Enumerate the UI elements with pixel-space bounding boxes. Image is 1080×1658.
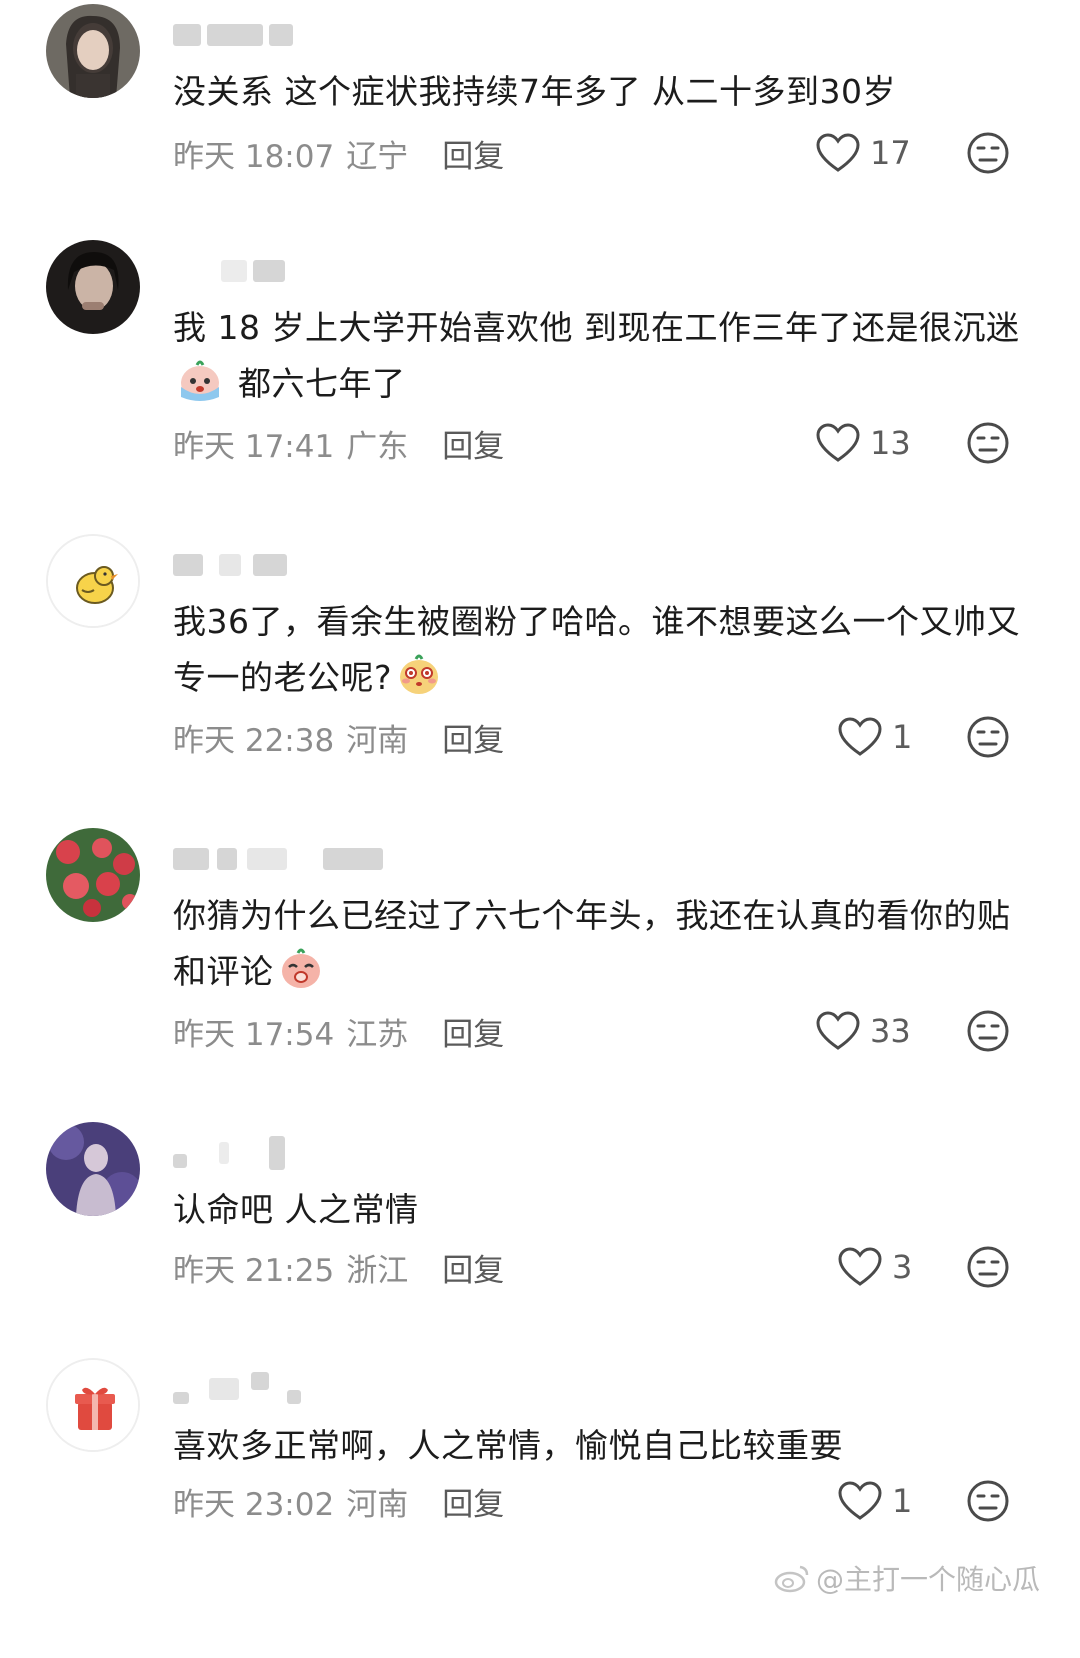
comment-time: 昨天 21:25	[173, 1252, 335, 1289]
crying-emoji-icon	[181, 360, 219, 401]
reply-button[interactable]: 回复	[442, 1009, 504, 1054]
like-count: 17	[870, 134, 911, 172]
watermark: @主打一个随心瓜	[774, 1558, 1040, 1598]
username-blurred[interactable]	[173, 548, 303, 584]
comment-meta: 昨天 18:07 辽宁 回复	[173, 128, 504, 178]
avatar[interactable]	[46, 534, 140, 628]
comment-region: 浙江	[346, 1252, 409, 1289]
neutral-face-icon	[967, 716, 1009, 758]
avatar[interactable]	[46, 1122, 140, 1216]
comment-meta: 昨天 17:54 江苏 回复	[173, 1006, 504, 1056]
reply-button[interactable]: 回复	[442, 1479, 504, 1524]
reply-button[interactable]: 回复	[442, 715, 504, 760]
neutral-face-icon	[967, 1010, 1009, 1052]
dislike-button[interactable]	[966, 1245, 1010, 1289]
comment-meta: 昨天 21:25 浙江 回复	[173, 1242, 504, 1292]
like-count: 1	[892, 718, 913, 756]
watermark-text: @主打一个随心瓜	[815, 1563, 1040, 1596]
comment-text-part: 我36了，看余生被圈粉了哈哈。谁不想要这么一个又帅又专一的老公呢?	[173, 602, 1020, 697]
comment-item: 喜欢多正常啊，人之常情，愉悦自己比较重要 昨天 23:02 河南 回复 1	[0, 1358, 1080, 1658]
like-button[interactable]: 17	[816, 128, 911, 178]
comment-time: 昨天 23:02	[173, 1486, 335, 1523]
neutral-face-icon	[967, 1480, 1009, 1522]
comment-text: 认命吧 人之常情	[173, 1190, 419, 1229]
avatar[interactable]	[46, 240, 140, 334]
like-count: 13	[870, 424, 911, 462]
comment-text-part: 都六七年了	[227, 364, 406, 403]
comment-item: 我36了，看余生被圈粉了哈哈。谁不想要这么一个又帅又专一的老公呢? 昨天 22:…	[0, 534, 1080, 834]
like-button[interactable]: 13	[816, 418, 911, 468]
comment-region: 辽宁	[346, 138, 409, 175]
like-button[interactable]: 33	[816, 1006, 911, 1056]
comment-text: 我36了，看余生被圈粉了哈哈。谁不想要这么一个又帅又专一的老公呢?	[173, 594, 1033, 706]
reply-button[interactable]: 回复	[442, 131, 504, 176]
dislike-button[interactable]	[966, 131, 1010, 175]
comment-region: 河南	[346, 1486, 409, 1523]
heart-icon	[816, 1011, 860, 1050]
comment-text: 你猜为什么已经过了六七个年头，我还在认真的看你的贴和评论	[173, 888, 1033, 1000]
like-button[interactable]: 1	[838, 712, 912, 762]
comment-region: 广东	[346, 428, 409, 465]
neutral-face-icon	[967, 422, 1009, 464]
comment-time: 昨天 18:07	[173, 138, 335, 175]
comment-time: 昨天 22:38	[173, 722, 335, 759]
comment-text: 喜欢多正常啊，人之常情，愉悦自己比较重要	[173, 1426, 843, 1465]
like-count: 3	[892, 1248, 913, 1286]
blushing-emoji-icon	[400, 654, 439, 694]
comment-text: 没关系 这个症状我持续7年多了 从二十多到30岁	[173, 72, 896, 111]
username-blurred[interactable]	[173, 1136, 303, 1172]
comment-region: 江苏	[346, 1016, 409, 1053]
neutral-face-icon	[967, 132, 1009, 174]
username-blurred[interactable]	[173, 842, 393, 878]
dislike-button[interactable]	[966, 421, 1010, 465]
avatar[interactable]	[46, 828, 140, 922]
comment-time: 昨天 17:54	[173, 1016, 335, 1053]
comment-meta: 昨天 23:02 河南 回复	[173, 1476, 504, 1526]
comment-region: 河南	[346, 722, 409, 759]
heart-icon	[816, 133, 860, 172]
comment-meta: 昨天 17:41 广东 回复	[173, 418, 504, 468]
username-blurred[interactable]	[173, 254, 303, 290]
avatar[interactable]	[46, 1358, 140, 1452]
comment-text-part: 我 18 岁上大学开始喜欢他 到现在工作三年了还是很沉迷	[173, 308, 1020, 347]
heart-icon	[816, 423, 860, 462]
reply-button[interactable]: 回复	[442, 421, 504, 466]
like-count: 1	[892, 1482, 913, 1520]
heart-icon	[838, 717, 882, 756]
username-blurred[interactable]	[173, 18, 303, 54]
heart-icon	[838, 1481, 882, 1520]
weibo-logo-icon	[774, 1565, 809, 1593]
comment-item: 你猜为什么已经过了六七个年头，我还在认真的看你的贴和评论 昨天 17:54 江苏…	[0, 828, 1080, 1128]
comment-item: 我 18 岁上大学开始喜欢他 到现在工作三年了还是很沉迷 都六七年了 昨天 17…	[0, 240, 1080, 540]
heart-icon	[838, 1247, 882, 1286]
comment-text: 我 18 岁上大学开始喜欢他 到现在工作三年了还是很沉迷 都六七年了	[173, 300, 1033, 412]
like-button[interactable]: 3	[838, 1242, 912, 1292]
avatar[interactable]	[46, 4, 140, 98]
dislike-button[interactable]	[966, 1009, 1010, 1053]
dislike-button[interactable]	[966, 715, 1010, 759]
dislike-button[interactable]	[966, 1479, 1010, 1523]
like-button[interactable]: 1	[838, 1476, 912, 1526]
username-blurred[interactable]	[173, 1372, 303, 1408]
reply-button[interactable]: 回复	[442, 1245, 504, 1290]
like-count: 33	[870, 1012, 911, 1050]
neutral-face-icon	[967, 1246, 1009, 1288]
giggling-emoji-icon	[281, 948, 320, 988]
comment-time: 昨天 17:41	[173, 428, 335, 465]
comment-meta: 昨天 22:38 河南 回复	[173, 712, 504, 762]
